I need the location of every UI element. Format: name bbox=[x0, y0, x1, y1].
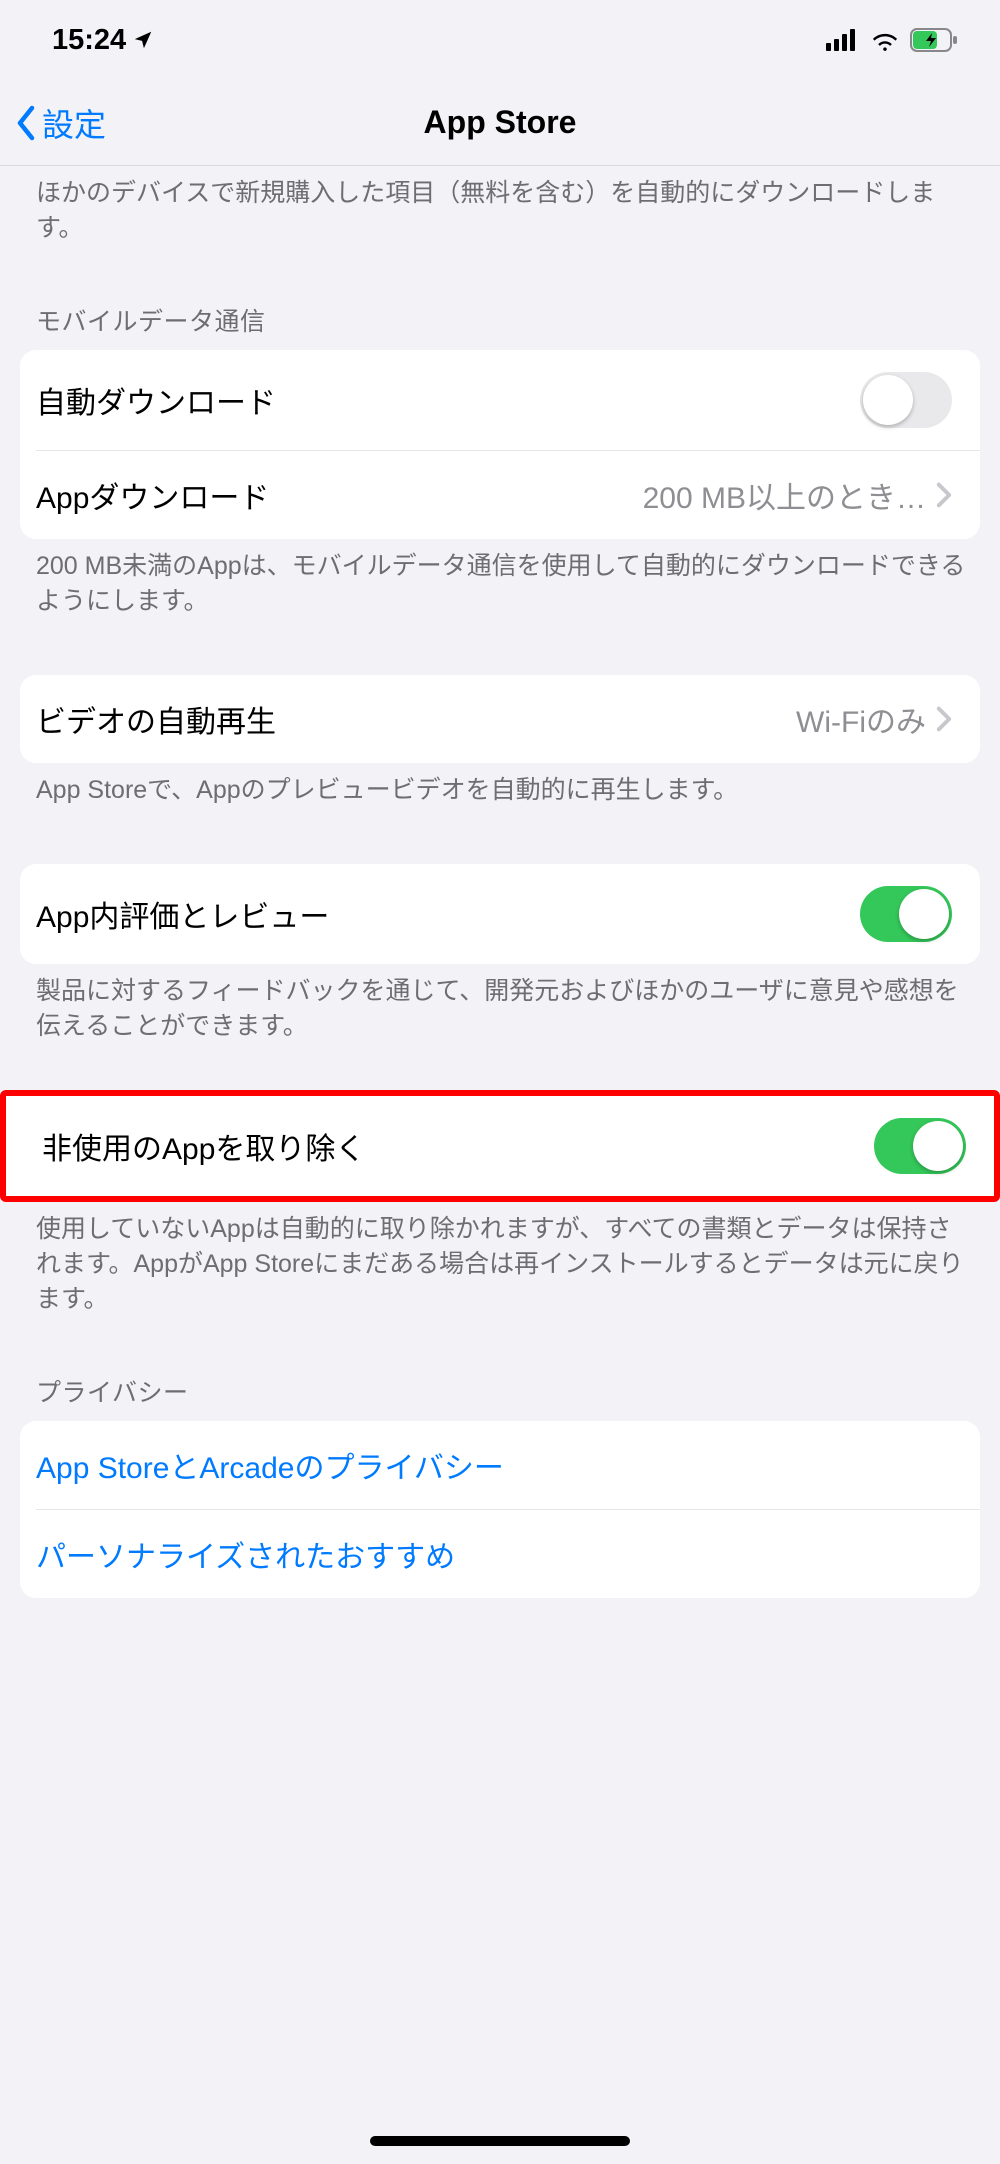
privacy-personalized-row[interactable]: パーソナライズされたおすすめ bbox=[36, 1509, 980, 1598]
rating-group: App内評価とレビュー bbox=[20, 864, 980, 964]
app-download-row[interactable]: Appダウンロード 200 MB以上のとき… bbox=[36, 450, 980, 539]
video-autoplay-label: ビデオの自動再生 bbox=[36, 697, 276, 741]
chevron-right-icon bbox=[936, 482, 952, 508]
privacy-appstore-row[interactable]: App StoreとArcadeのプライバシー bbox=[20, 1421, 980, 1509]
wifi-icon bbox=[870, 29, 900, 51]
offload-footer: 使用していないAppは自動的に取り除かれますが、すべての書類とデータは保持されま… bbox=[0, 1202, 1000, 1317]
offload-group: 非使用のAppを取り除く bbox=[0, 1090, 1000, 1202]
cellular-signal-icon bbox=[826, 29, 860, 51]
home-indicator[interactable] bbox=[370, 2136, 630, 2146]
rating-row[interactable]: App内評価とレビュー bbox=[20, 864, 980, 964]
offload-label: 非使用のAppを取り除く bbox=[42, 1124, 365, 1168]
app-download-label: Appダウンロード bbox=[36, 473, 269, 517]
privacy-personalized-label: パーソナライズされたおすすめ bbox=[36, 1532, 455, 1576]
offload-row[interactable]: 非使用のAppを取り除く bbox=[6, 1096, 994, 1196]
offload-switch[interactable] bbox=[874, 1118, 966, 1174]
status-right bbox=[826, 28, 958, 52]
cellular-header: モバイルデータ通信 bbox=[0, 246, 1000, 350]
nav-bar: 設定 App Store bbox=[0, 80, 1000, 166]
video-autoplay-row[interactable]: ビデオの自動再生 Wi-Fiのみ bbox=[20, 675, 980, 763]
rating-label: App内評価とレビュー bbox=[36, 892, 329, 936]
privacy-appstore-label: App StoreとArcadeのプライバシー bbox=[36, 1443, 504, 1487]
top-footer-text: ほかのデバイスで新規購入した項目（無料を含む）を自動的にダウンロードします。 bbox=[0, 166, 1000, 246]
status-left: 15:24 bbox=[52, 24, 154, 57]
chevron-right-icon bbox=[936, 706, 952, 732]
app-download-detail: 200 MB以上のとき… bbox=[643, 473, 926, 517]
video-autoplay-detail: Wi-Fiのみ bbox=[796, 697, 926, 741]
auto-download-row[interactable]: 自動ダウンロード bbox=[20, 350, 980, 450]
cellular-footer: 200 MB未満のAppは、モバイルデータ通信を使用して自動的にダウンロードでき… bbox=[0, 539, 1000, 619]
cellular-group: 自動ダウンロード Appダウンロード 200 MB以上のとき… bbox=[20, 350, 980, 539]
location-icon bbox=[132, 29, 154, 51]
page-title: App Store bbox=[0, 104, 1000, 141]
video-footer: App Storeで、Appのプレビュービデオを自動的に再生します。 bbox=[0, 763, 1000, 808]
privacy-header: プライバシー bbox=[0, 1317, 1000, 1421]
status-time: 15:24 bbox=[52, 24, 126, 57]
rating-footer: 製品に対するフィードバックを通じて、開発元およびほかのユーザに意見や感想を伝える… bbox=[0, 964, 1000, 1044]
video-group: ビデオの自動再生 Wi-Fiのみ bbox=[20, 675, 980, 763]
status-bar: 15:24 bbox=[0, 0, 1000, 80]
auto-download-switch[interactable] bbox=[860, 372, 952, 428]
auto-download-label: 自動ダウンロード bbox=[36, 378, 276, 422]
rating-switch[interactable] bbox=[860, 886, 952, 942]
privacy-group: App StoreとArcadeのプライバシー パーソナライズされたおすすめ bbox=[20, 1421, 980, 1598]
battery-charging-icon bbox=[910, 28, 958, 52]
